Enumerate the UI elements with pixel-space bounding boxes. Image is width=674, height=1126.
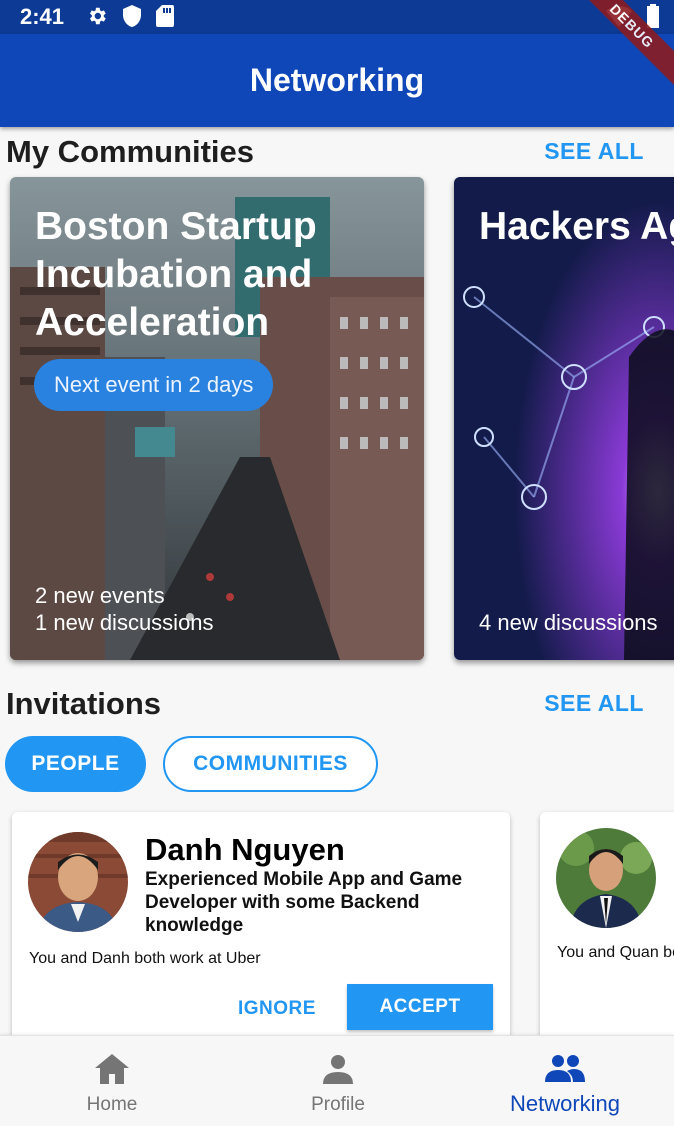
bottom-navigation: Home Profile Networking (0, 1035, 674, 1126)
person-icon (323, 1054, 353, 1089)
new-discussions-text: 4 new discussions (479, 610, 658, 635)
sd-card-icon (156, 5, 174, 32)
nav-item-home[interactable]: Home (0, 1036, 224, 1126)
community-title: Hackers Ag (479, 205, 674, 248)
invitation-mutual-text: You and Danh both work at Uber (29, 950, 261, 967)
page-title: Networking (249, 62, 425, 98)
next-event-badge: Next event in 2 days (34, 359, 274, 411)
ignore-button[interactable]: IGNORE (238, 998, 316, 1020)
communities-heading: My Communities (6, 134, 255, 169)
invitations-heading: Invitations (6, 686, 162, 721)
avatar (556, 828, 656, 928)
app-bar: Networking (0, 34, 674, 127)
nav-label-home: Home (86, 1094, 138, 1115)
community-card-hackers[interactable]: Hackers Ag 4 new discussions (454, 177, 674, 660)
invitations-see-all-button[interactable]: SEE ALL (544, 690, 644, 717)
invitation-card: You and Quan bo (540, 812, 674, 1052)
nav-label-profile: Profile (311, 1094, 365, 1115)
invitation-mutual-text: You and Quan bo (557, 944, 674, 961)
community-activity: 2 new events 1 new discussions (35, 582, 214, 636)
status-icons-left (86, 5, 174, 32)
gear-icon (86, 5, 108, 32)
invitation-description: Experienced Mobile App and Game Develope… (145, 869, 463, 936)
invitation-name: Danh Nguyen (145, 832, 345, 867)
accept-button[interactable]: ACCEPT (347, 984, 493, 1030)
community-title: Boston Startup Incubation and Accelerati… (35, 205, 317, 344)
tab-people[interactable]: PEOPLE (5, 736, 146, 792)
debug-banner-clip: DEBUG (574, 0, 674, 100)
debug-banner: DEBUG (574, 0, 674, 92)
status-time: 2:41 (20, 4, 65, 29)
home-icon (95, 1054, 129, 1089)
nav-label-networking: Networking (509, 1091, 621, 1116)
tab-communities[interactable]: COMMUNITIES (163, 736, 378, 792)
new-discussions-text: 1 new discussions (35, 610, 214, 635)
nav-item-profile[interactable]: Profile (226, 1036, 450, 1126)
new-events-text: 2 new events (35, 583, 165, 608)
shield-icon (122, 5, 142, 32)
people-icon (545, 1054, 585, 1087)
communities-see-all-button[interactable]: SEE ALL (544, 138, 644, 165)
invitation-card: Danh Nguyen Experienced Mobile App and G… (12, 812, 510, 1052)
status-bar: 2:41 (0, 0, 674, 34)
avatar (28, 832, 128, 932)
nav-item-networking[interactable]: Networking (453, 1036, 674, 1126)
community-card-boston[interactable]: Boston Startup Incubation and Accelerati… (10, 177, 424, 660)
